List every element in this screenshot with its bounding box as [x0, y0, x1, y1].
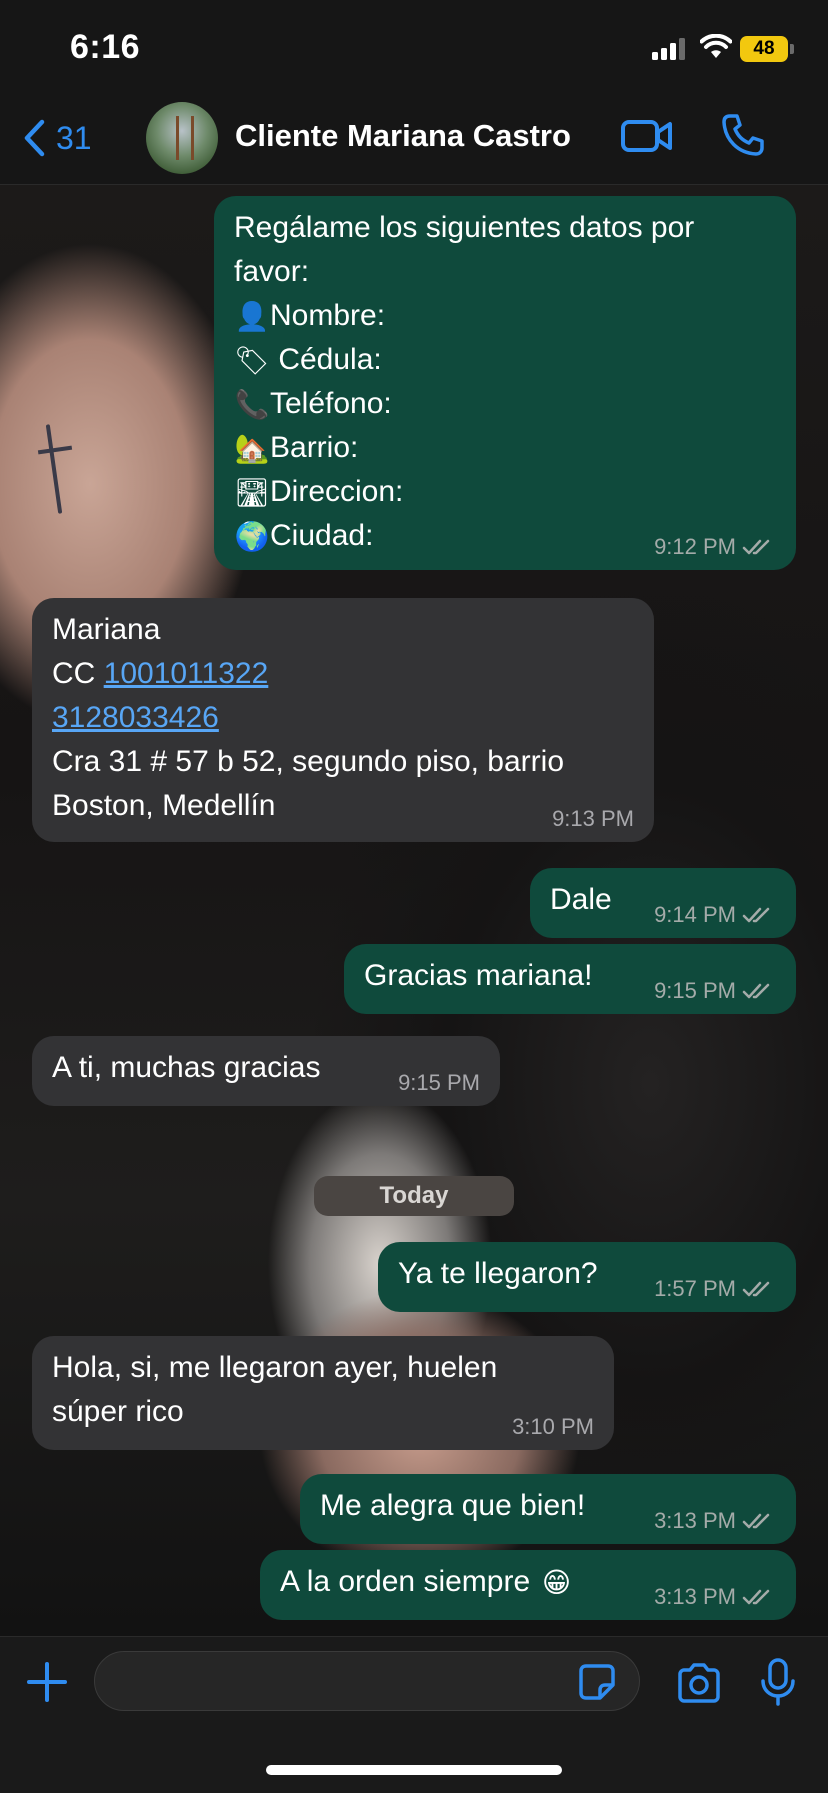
message-line: Mariana — [52, 613, 161, 646]
message-line: CC 1001011322 — [52, 657, 269, 690]
road-icon: 🛣 — [234, 476, 270, 510]
tag-icon: 🏷 — [234, 344, 270, 378]
message-time: 9:15 PM — [398, 1070, 480, 1095]
camera-icon[interactable] — [676, 1663, 722, 1703]
wifi-icon — [700, 34, 732, 58]
read-ticks-icon — [742, 983, 770, 999]
message-outgoing[interactable]: Ya te llegaron? 1:57 PM — [378, 1242, 796, 1312]
phone-number-link[interactable]: 3128033426 — [52, 701, 219, 734]
read-ticks-icon — [742, 539, 770, 555]
avatar-image-detail — [176, 116, 194, 160]
message-meta: 9:15 PM — [654, 978, 776, 1004]
plus-icon[interactable] — [26, 1661, 68, 1703]
message-meta: 3:13 PM — [654, 1584, 776, 1610]
sticker-icon[interactable] — [578, 1663, 616, 1701]
message-meta: 9:12 PM — [654, 534, 776, 560]
message-meta: 1:57 PM — [654, 1276, 776, 1302]
wallpaper-detail — [45, 424, 63, 514]
message-time: 9:14 PM — [654, 902, 736, 927]
status-time: 6:16 — [70, 28, 141, 66]
back-button[interactable]: 31 — [22, 118, 92, 158]
read-ticks-icon — [742, 1589, 770, 1605]
message-time: 3:13 PM — [654, 1584, 736, 1609]
message-time: 9:12 PM — [654, 534, 736, 559]
cellular-signal-icon — [652, 38, 686, 60]
message-time: 9:13 PM — [552, 806, 634, 831]
contact-name[interactable]: Cliente Mariana Castro — [235, 118, 571, 154]
message-outgoing[interactable]: Dale 9:14 PM — [530, 868, 796, 938]
home-indicator[interactable] — [266, 1765, 562, 1775]
message-line: favor: — [234, 255, 310, 288]
message-time: 3:13 PM — [654, 1508, 736, 1533]
message-outgoing[interactable]: A la orden siempre 😁 3:13 PM — [260, 1550, 796, 1620]
unread-count: 31 — [56, 119, 92, 156]
battery-icon — [790, 44, 794, 54]
message-meta: 9:15 PM — [398, 1070, 480, 1096]
message-line: 🛣Direccion: — [234, 470, 776, 514]
message-time: 9:15 PM — [654, 978, 736, 1003]
battery-level: 48 — [740, 36, 788, 62]
message-meta: 9:13 PM — [552, 806, 634, 832]
read-ticks-icon — [742, 1281, 770, 1297]
message-outgoing[interactable]: Gracias mariana! 9:15 PM — [344, 944, 796, 1014]
contact-avatar[interactable] — [146, 102, 218, 174]
message-meta: 9:14 PM — [654, 902, 776, 928]
phone-icon[interactable] — [720, 112, 766, 158]
grinning-face-icon: 😁 — [541, 1566, 572, 1600]
message-line: 🏡Barrio: — [234, 426, 776, 470]
message-input[interactable] — [94, 1651, 640, 1711]
message-line: 👤Nombre: — [234, 294, 776, 338]
microphone-icon[interactable] — [758, 1657, 798, 1707]
message-time: 1:57 PM — [654, 1276, 736, 1301]
message-line: 🏷 Cédula: — [234, 338, 776, 382]
message-line: Regálame los siguientes datos por — [234, 211, 695, 244]
telephone-icon: 📞 — [234, 388, 270, 422]
read-ticks-icon — [742, 907, 770, 923]
back-chevron-icon — [24, 119, 45, 157]
message-line: Hola, si, me llegaron ayer, huelen — [52, 1351, 498, 1384]
person-icon: 👤 — [234, 300, 270, 334]
globe-icon: 🌍 — [234, 520, 270, 554]
message-time: 3:10 PM — [512, 1414, 594, 1439]
message-incoming[interactable]: Hola, si, me llegaron ayer, huelen súper… — [32, 1336, 614, 1450]
message-outgoing[interactable]: Me alegra que bien! 3:13 PM — [300, 1474, 796, 1544]
message-line: 3128033426 — [52, 696, 634, 740]
status-bar: 6:16 48 — [0, 0, 828, 90]
message-meta: 3:13 PM — [654, 1508, 776, 1534]
message-meta: 3:10 PM — [512, 1414, 594, 1440]
chat-header: 31 Cliente Mariana Castro — [0, 90, 828, 185]
message-incoming[interactable]: Mariana CC 1001011322 3128033426 Cra 31 … — [32, 598, 654, 842]
message-line: 📞Teléfono: — [234, 382, 776, 426]
message-incoming[interactable]: A ti, muchas gracias 9:15 PM — [32, 1036, 500, 1106]
id-number-link[interactable]: 1001011322 — [104, 657, 269, 690]
message-line: Boston, Medellín — [52, 789, 276, 822]
wallpaper-detail — [37, 445, 73, 455]
date-separator: Today — [314, 1176, 514, 1216]
message-line: Cra 31 # 57 b 52, segundo piso, barrio — [52, 745, 565, 778]
message-outgoing[interactable]: Regálame los siguientes datos por favor:… — [214, 196, 796, 570]
house-icon: 🏡 — [234, 432, 270, 466]
read-ticks-icon — [742, 1513, 770, 1529]
video-call-icon[interactable] — [620, 114, 674, 158]
